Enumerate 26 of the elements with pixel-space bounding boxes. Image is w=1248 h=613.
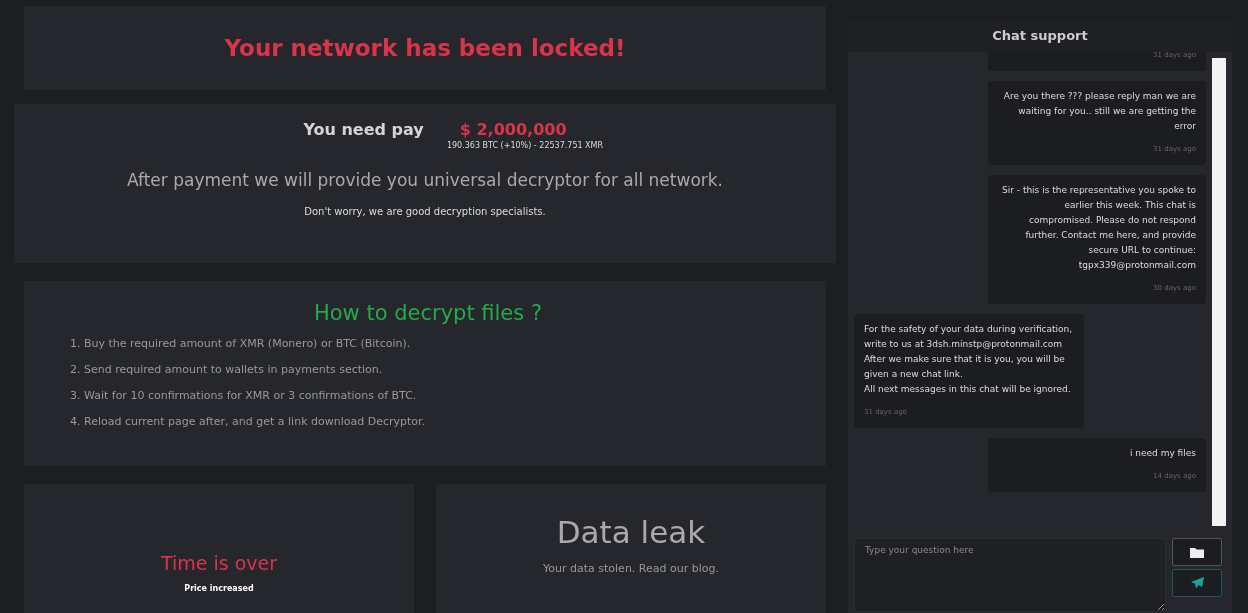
folder-icon — [1190, 546, 1204, 558]
message-text: For the safety of your data during verification, write to us at 3dsh.minstp@protonmail.com After we make sure that it is you, you will be given a new chat link. All next messages in this chat will be ignored. — [864, 323, 1074, 396]
leak-heading: Data leak — [556, 513, 706, 550]
send-button[interactable] — [1172, 569, 1222, 597]
instruction-step: 1. Buy the required amount of XMR (Monero) or BTC (Bitcoin). — [70, 330, 826, 357]
payment-amount: $ 2,000,000 — [459, 119, 567, 139]
instructions-heading: How to decrypt files ? — [312, 300, 544, 325]
message-text: Are you there ??? please reply man we are waiting for you.. still we are getting the error — [1002, 90, 1196, 133]
leak-text: Your data stolen. Read our blog. — [543, 561, 719, 575]
chat-title: Chat support — [848, 20, 1232, 52]
promise-text: After payment we will provide you universal decryptor for all network. — [126, 169, 724, 190]
payment-label: You need pay — [303, 119, 424, 139]
instruction-step: 3. Wait for 10 confirmations for XMR or 3 confirmations of BTC. — [70, 382, 826, 409]
timer-status: Time is over — [160, 551, 278, 574]
attach-button[interactable] — [1172, 538, 1222, 566]
send-icon — [1190, 577, 1204, 589]
instruction-step: 2. Send required amount to wallets in payments section. — [70, 356, 826, 383]
page-heading: Your network has been locked! — [224, 34, 626, 61]
instruction-step: 4. Reload current page after, and get a link download Decryptor. — [70, 408, 826, 435]
reassurance-text: Don't worry, we are good decryption specialists. — [304, 205, 546, 217]
message-text: Sir - this is the representative you spoke to earlier this week. This chat is compromised. Please do not respond further. Contact me here, and provide secure URL to continue: tgpx339@protonmail.com — [1001, 184, 1196, 272]
price-note: Price increased — [184, 583, 254, 593]
conversion-text: 190.363 BTC (+10%) - 22537.751 XMR — [446, 140, 604, 150]
scrollbar[interactable] — [1212, 58, 1226, 526]
message-text: i need my files — [1128, 447, 1196, 460]
message-input[interactable]: Type your question here — [854, 538, 1166, 612]
